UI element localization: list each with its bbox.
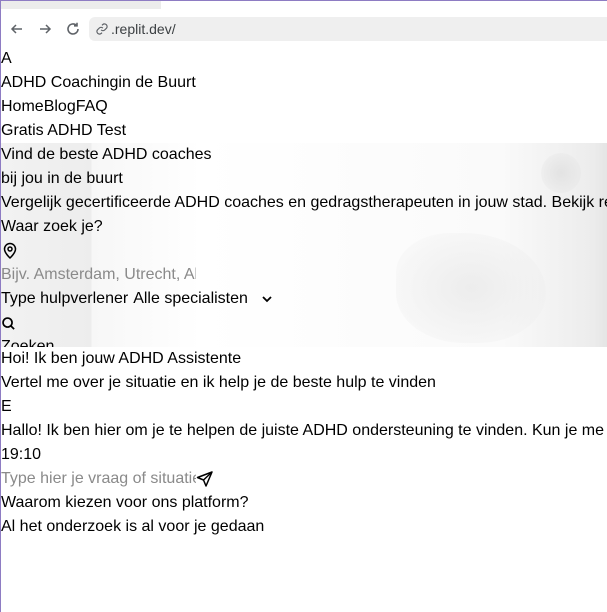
hero-subtitle: Vergelijk gecertificeerde ADHD coaches e…: [1, 194, 607, 211]
why-title: Waarom kiezen voor ons platform?: [1, 494, 249, 511]
page-content: A ADHD Coachingin de Buurt HomeBlogFAQ G…: [1, 47, 607, 539]
chat-input-row: [1, 467, 607, 491]
search-icon-row: [1, 311, 607, 335]
reload-icon: [67, 22, 79, 35]
logo[interactable]: A: [1, 47, 607, 71]
specialist-type-select[interactable]: Alle specialisten: [133, 287, 274, 311]
chevron-down-icon: [262, 296, 272, 303]
reload-button[interactable]: [59, 15, 87, 43]
nav-link-faq[interactable]: FAQ: [76, 98, 108, 115]
browser-window: .replit.dev/ A ADHD Coachingin de Buurt …: [0, 0, 607, 612]
back-button[interactable]: [3, 15, 31, 43]
chat-input[interactable]: [1, 467, 196, 491]
assistant-message: Hallo! Ik ben hier om je te helpen de ju…: [1, 422, 605, 439]
nav-link-home[interactable]: Home: [1, 98, 44, 115]
assistant-subtitle: Vertel me over je situatie en ik help je…: [1, 374, 436, 391]
location-icon-row: [1, 239, 607, 263]
message-timestamp: 19:10: [1, 446, 42, 463]
hero-title-line-1: Vind de beste ADHD coaches: [1, 146, 212, 163]
search-button[interactable]: Zoeken: [1, 335, 607, 347]
link-icon: [96, 23, 108, 35]
hero-section: Vind de beste ADHD coaches bij jou in de…: [1, 143, 607, 347]
nav-link-blog[interactable]: Blog: [44, 98, 76, 115]
arrow-left-icon: [10, 24, 22, 34]
search-icon: [2, 316, 15, 330]
why-subtitle: Al het onderzoek is al voor je gedaan: [1, 518, 265, 535]
type-selected-value: Alle specialisten: [133, 290, 248, 307]
send-icon: [196, 471, 213, 487]
search-label: Waar zoek je?: [1, 218, 103, 235]
site-title[interactable]: ADHD Coachingin de Buurt: [1, 71, 607, 95]
gratis-test-link[interactable]: Gratis ADHD Test: [1, 119, 607, 143]
address-bar[interactable]: .replit.dev/: [89, 17, 607, 41]
type-label: Type hulpverlener: [1, 290, 129, 307]
url-text: .replit.dev/: [111, 21, 176, 37]
hero-title-line-2: bij jou in de buurt: [1, 170, 123, 187]
forward-button[interactable]: [31, 15, 59, 43]
arrow-right-icon: [40, 24, 52, 34]
main-nav: HomeBlogFAQ: [1, 95, 607, 119]
browser-tab-strip: [1, 1, 161, 9]
assistant-avatar: E: [1, 398, 12, 415]
assistant-title: Hoi! Ik ben jouw ADHD Assistente: [1, 350, 242, 367]
location-input[interactable]: [1, 263, 196, 287]
browser-toolbar: .replit.dev/: [1, 11, 607, 47]
map-pin-icon: [3, 242, 17, 260]
send-button[interactable]: [196, 470, 214, 488]
